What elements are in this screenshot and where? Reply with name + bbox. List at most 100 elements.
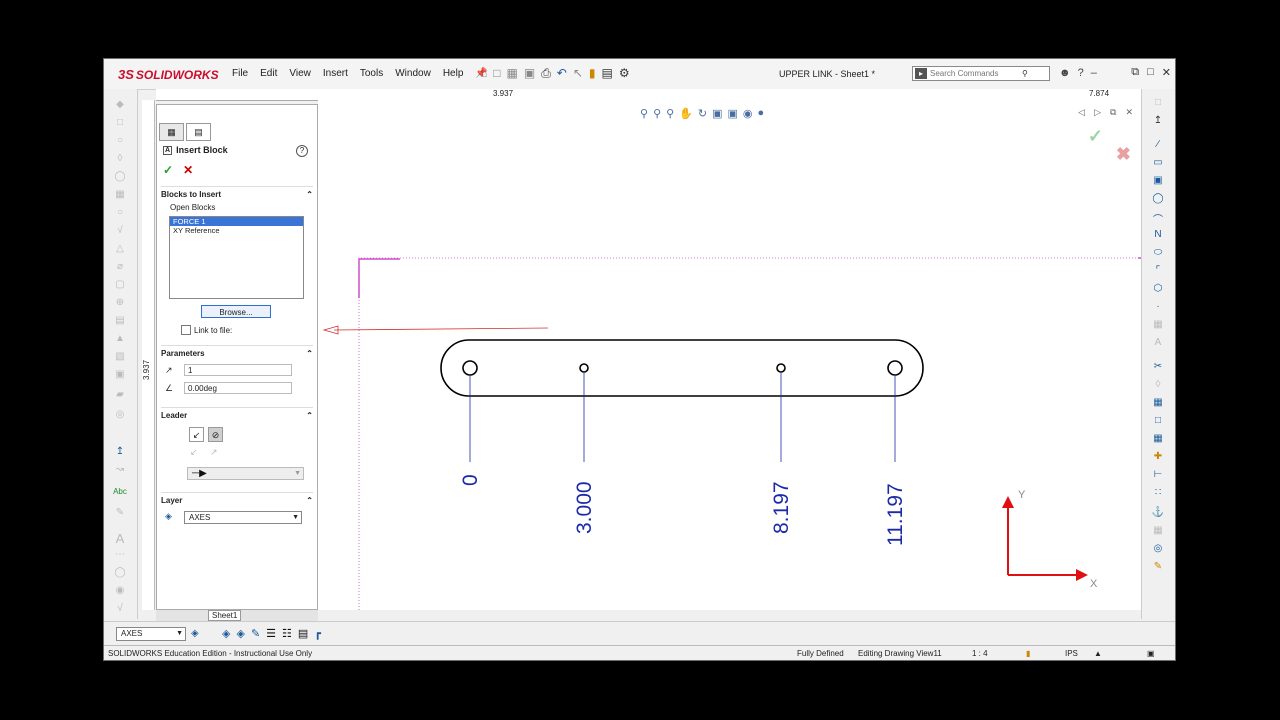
checkbox-box[interactable] xyxy=(181,325,191,335)
menu-view[interactable]: View xyxy=(289,68,311,79)
convert-icon[interactable]: ◊ xyxy=(1151,379,1165,391)
spline-icon[interactable]: N xyxy=(1151,229,1165,241)
line-color-icon[interactable]: ◈ xyxy=(222,627,230,640)
pattern-dots-icon[interactable]: ⋯ xyxy=(113,549,127,561)
minus-icon[interactable]: – xyxy=(1091,67,1097,79)
rapid-sketch-icon[interactable]: ✎ xyxy=(1151,561,1165,573)
home-icon[interactable]: ⌂ xyxy=(480,66,487,81)
link-to-file-checkbox[interactable]: Link to file: xyxy=(181,325,232,335)
menu-help[interactable]: Help xyxy=(443,68,464,79)
undo-icon[interactable]: ↶ xyxy=(557,66,567,81)
section-parameters[interactable]: Parameters ⌃ xyxy=(161,345,313,358)
tab-property-manager[interactable]: ▤ xyxy=(186,123,211,141)
print-icon[interactable]: ⎙ xyxy=(541,66,551,81)
menu-window[interactable]: Window xyxy=(395,68,431,79)
section-blocks-to-insert[interactable]: Blocks to Insert ⌃ xyxy=(161,186,313,199)
layer-properties-icon[interactable]: ◈ xyxy=(191,628,199,639)
line-thickness-icon[interactable]: ☰ xyxy=(266,627,276,640)
area-hatch-icon[interactable]: ▧ xyxy=(113,351,127,363)
rebuild-icon[interactable]: ▮ xyxy=(589,66,596,81)
maximize-icon[interactable]: □ xyxy=(1147,66,1154,79)
list-item-force-1[interactable]: FORCE 1 xyxy=(170,217,303,226)
search-scope-icon[interactable]: ▸ xyxy=(915,68,927,79)
balloon-icon[interactable]: ○ xyxy=(113,207,127,219)
geometric-tolerance-icon[interactable]: ▤ xyxy=(113,315,127,327)
layer-select[interactable]: AXES ▼ xyxy=(116,627,186,641)
trim-icon[interactable]: ✂ xyxy=(1151,361,1165,373)
spell-check-icon[interactable]: ○ xyxy=(113,135,127,147)
menu-edit[interactable]: Edit xyxy=(260,68,277,79)
datum-target-icon[interactable]: ⊕ xyxy=(113,297,127,309)
datum-feature-icon[interactable]: ▢ xyxy=(113,279,127,291)
note-icon[interactable]: ◯ xyxy=(113,171,127,183)
fillet-icon[interactable]: ⌜ xyxy=(1151,265,1165,277)
offset-icon[interactable]: ▦ xyxy=(1151,397,1165,409)
browse-button[interactable]: Browse... xyxy=(201,305,271,318)
polygon-icon[interactable]: ⬡ xyxy=(1151,283,1165,295)
search-input[interactable] xyxy=(930,69,1022,78)
arrow-style-dropdown[interactable]: ─▶ ▼ xyxy=(187,467,304,480)
cancel-x-icon[interactable]: ✕ xyxy=(183,163,193,177)
rebuild-status-icon[interactable]: ▮ xyxy=(1026,649,1030,658)
solidworks-logo[interactable]: 3S SOLIDWORKS xyxy=(118,67,219,82)
format-painter-icon[interactable]: ◊ xyxy=(113,153,127,165)
linear-pattern-icon[interactable]: ▦ xyxy=(1151,433,1165,445)
dimension-11197[interactable]: 11.197 xyxy=(884,483,907,546)
centerline-icon[interactable]: ▰ xyxy=(113,389,127,401)
sketch-icon[interactable]: ↥ xyxy=(1151,115,1165,127)
list-item-xy-reference[interactable]: XY Reference xyxy=(170,226,303,235)
link-hole-0[interactable] xyxy=(462,360,478,376)
move-icon[interactable]: ✚ xyxy=(1151,451,1165,463)
tab-feature-tree[interactable]: ▦ xyxy=(159,123,184,141)
quick-snaps-icon[interactable]: ◎ xyxy=(1151,543,1165,555)
link-hole-11197[interactable] xyxy=(887,360,903,376)
center-mark-icon[interactable]: ◎ xyxy=(113,409,127,421)
dimension-3000[interactable]: 3.000 xyxy=(573,481,596,534)
status-units[interactable]: IPS xyxy=(1065,649,1078,658)
relations-icon[interactable]: ⊢ xyxy=(1151,469,1165,481)
hide-edge-icon[interactable]: ▤ xyxy=(298,627,308,640)
link-hole-8197[interactable] xyxy=(776,363,786,373)
block-icon[interactable]: ▣ xyxy=(113,369,127,381)
line-style-icon[interactable]: ☷ xyxy=(282,627,292,640)
restore-icon[interactable]: ⧉ xyxy=(1131,66,1139,79)
new-document-icon[interactable]: □ xyxy=(493,66,500,81)
open-blocks-list[interactable]: FORCE 1 XY Reference xyxy=(169,216,304,299)
fix-icon[interactable]: ∷ xyxy=(1151,487,1165,499)
note-text-icon[interactable]: A xyxy=(113,531,127,546)
line-layer-icon[interactable]: ◈ xyxy=(236,627,244,640)
save-icon[interactable]: ▣ xyxy=(524,66,535,81)
help-question-icon[interactable]: ? xyxy=(1078,67,1084,79)
leader-right-icon[interactable]: ↗ xyxy=(210,447,218,458)
section-layer[interactable]: Layer ⌃ xyxy=(161,492,313,505)
linear-pattern-icon[interactable]: ▦ xyxy=(113,189,127,201)
color-display-icon[interactable]: ┏ xyxy=(314,627,321,640)
magnet-line-icon[interactable]: ↝ xyxy=(113,464,127,476)
ellipse-icon[interactable]: ⬭ xyxy=(1151,247,1165,259)
link-hole-3000[interactable] xyxy=(579,363,589,373)
balloon-stack-icon[interactable]: ◯ xyxy=(113,567,127,579)
plane-icon[interactable]: ▦ xyxy=(1151,319,1165,331)
leader-line-button[interactable]: ↙ xyxy=(189,427,204,442)
arc-icon[interactable]: ⌒ xyxy=(1151,211,1165,226)
drawing-canvas[interactable]: ⚲ ⚲ ⚲ ✋ ↻ ▣ ▣ ◉ ● ◁ ▷ ⧉ ✕ ✓ ✖ 0 3.000 8.… xyxy=(318,100,1141,610)
format-brush-icon[interactable]: ✎ xyxy=(113,507,127,519)
anchor-icon[interactable]: ⚓ xyxy=(1151,507,1165,519)
mirror-icon[interactable]: □ xyxy=(1151,415,1165,427)
search-icon[interactable]: ⚲ xyxy=(1022,69,1028,78)
dimension-0[interactable]: 0 xyxy=(459,474,482,486)
user-icon[interactable]: ☻ xyxy=(1059,67,1071,79)
text-icon[interactable]: A xyxy=(1151,337,1165,349)
status-scale[interactable]: 1 : 4 xyxy=(972,649,988,658)
rectangle-icon[interactable]: ▭ xyxy=(1151,157,1165,169)
leader-left-icon[interactable]: ↙ xyxy=(190,447,198,458)
scale-field[interactable]: 1 xyxy=(184,364,292,376)
layer-dropdown[interactable]: AXES ▼ xyxy=(184,511,302,524)
collapse-chevron-icon[interactable]: ⌃ xyxy=(306,411,313,420)
tab-sheet1[interactable]: Sheet1 xyxy=(208,610,242,621)
line-icon[interactable]: ∕ xyxy=(1151,139,1165,151)
menu-file[interactable]: File xyxy=(232,68,248,79)
slot-icon[interactable]: ▣ xyxy=(1151,175,1165,187)
dimension-8197[interactable]: 8.197 xyxy=(770,481,793,534)
surface-finish-icon[interactable]: √ xyxy=(113,225,127,237)
